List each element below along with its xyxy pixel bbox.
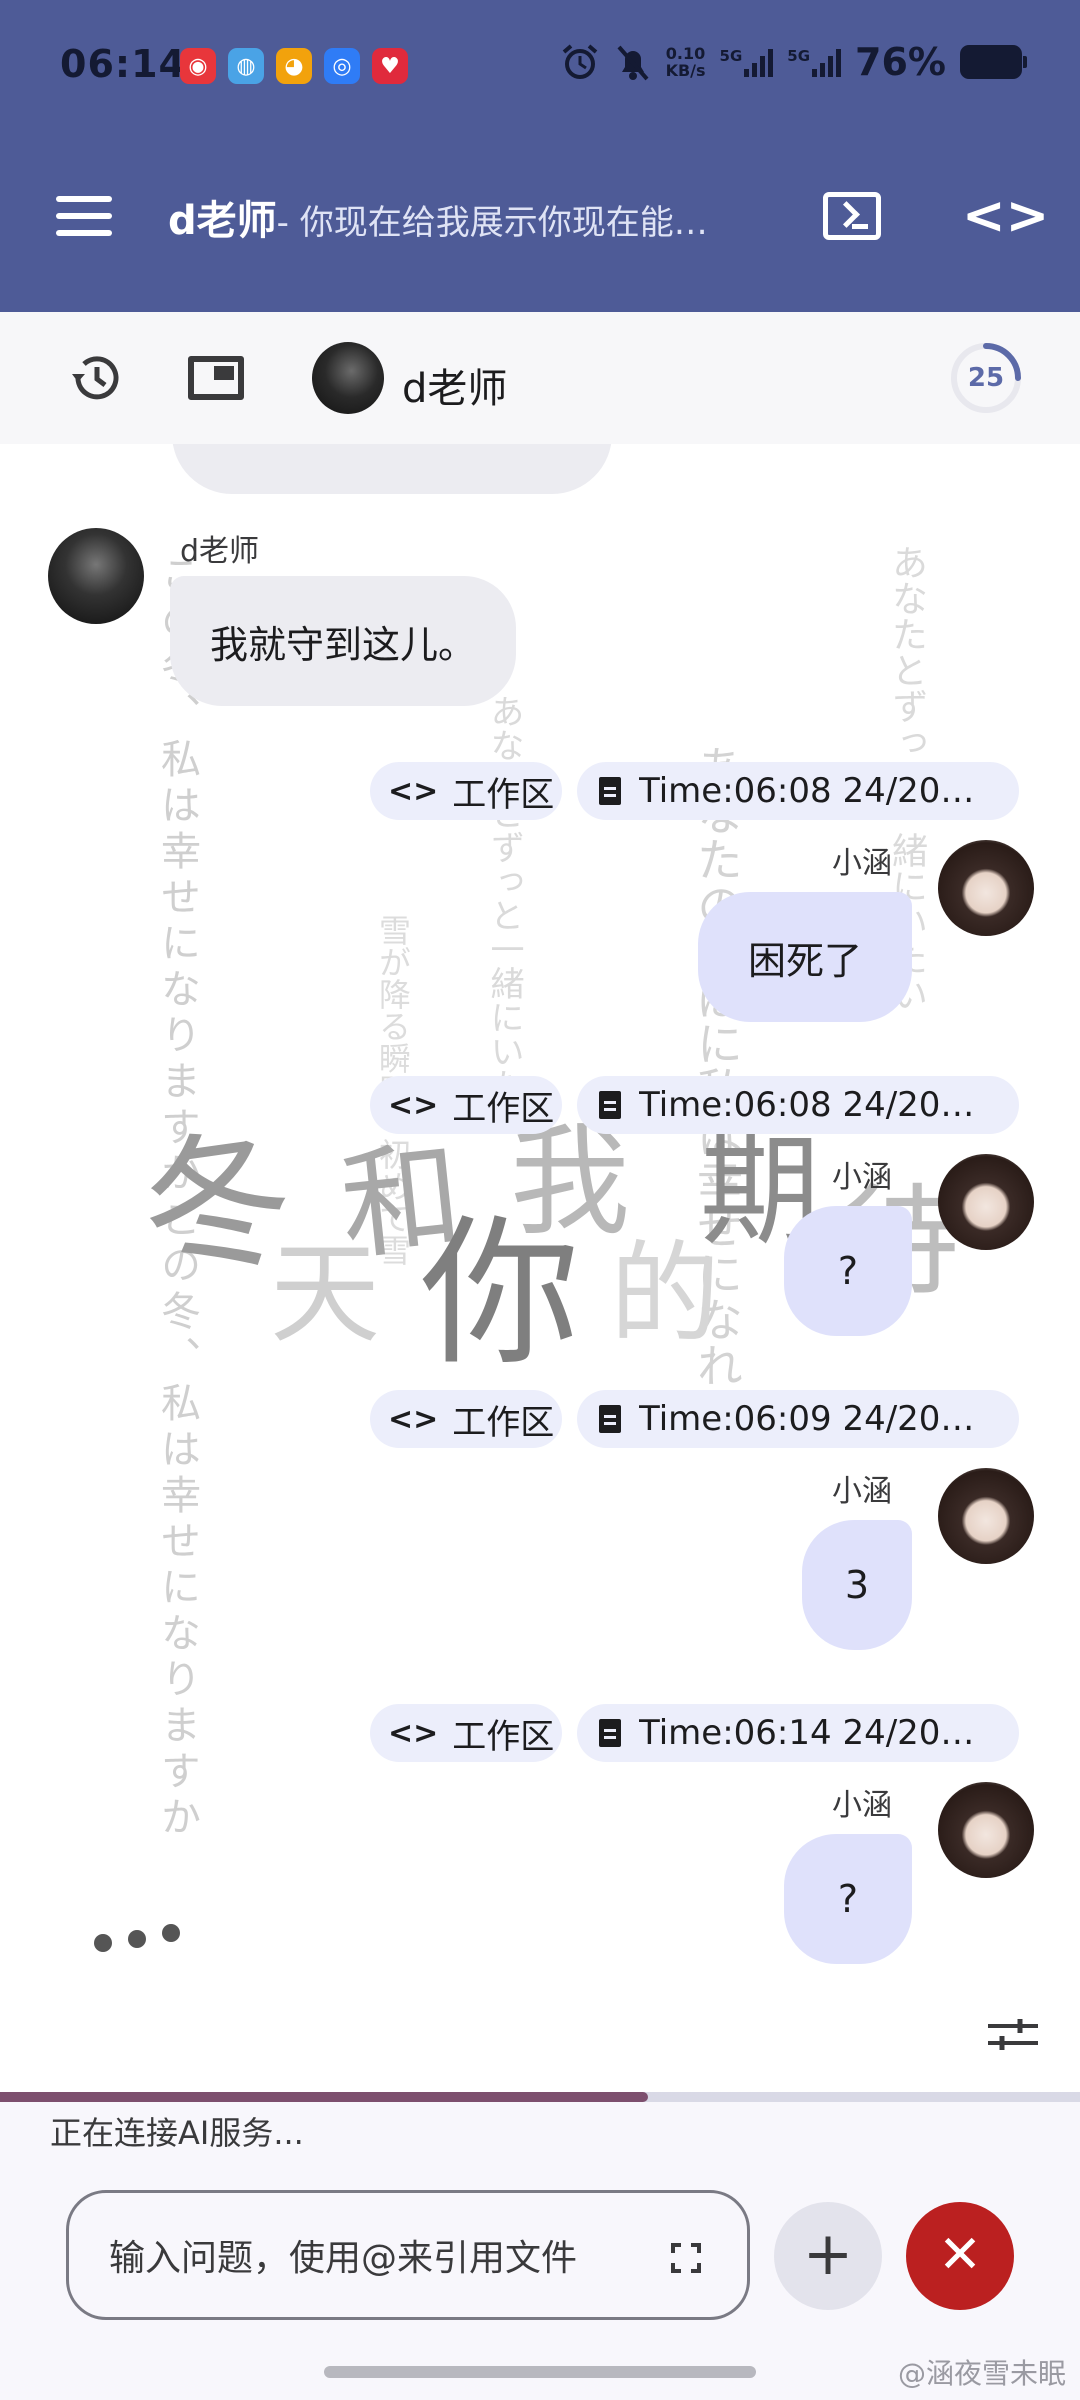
signal-2: 5G [787, 47, 842, 77]
bot-avatar[interactable] [48, 528, 144, 624]
window-icon[interactable] [188, 356, 244, 400]
bg-char-2: 天 [270, 1230, 380, 1358]
time-chip-label: Time:06:09 24/20… [639, 1399, 975, 1439]
time-chip-label: Time:06:08 24/20… [639, 771, 975, 811]
signal-1-label: 5G [719, 47, 743, 65]
bg-char-4: 你 [420, 1200, 581, 1387]
alarm-icon [562, 44, 597, 79]
battery-percent: 76% [855, 40, 946, 84]
user-avatar[interactable] [938, 840, 1034, 936]
bg-char-6: 的 [610, 1230, 720, 1358]
signal-bars-icon [744, 47, 774, 77]
time-chip[interactable]: Time:06:08 24/20… [577, 762, 1019, 820]
user-avatar[interactable] [938, 1154, 1034, 1250]
home-indicator[interactable] [324, 2366, 756, 2378]
code-icon: <> [388, 773, 439, 809]
user-avatar[interactable] [938, 1468, 1034, 1564]
status-bar: 06:14 ◉ ◍ ◕ ◎ ♥ 0.10 KB/s 5G 5G 76% [0, 0, 1080, 135]
net-speed-value: 0.10 [665, 44, 706, 63]
netease-music-icon: ◉ [180, 48, 216, 84]
app-icon: ◎ [324, 48, 360, 84]
message-bubble-user[interactable]: ? [784, 1834, 912, 1964]
app-bar: 06:14 ◉ ◍ ◕ ◎ ♥ 0.10 KB/s 5G 5G 76% d老师-… [0, 0, 1080, 312]
counter-value: 25 [967, 363, 1005, 393]
page-title: d老师- 你现在给我展示你现在能… [168, 188, 768, 246]
music-app-icon: ♥ [372, 48, 408, 84]
code-icon: <> [388, 1401, 439, 1437]
add-button[interactable]: + [774, 2202, 882, 2310]
terminal-icon[interactable] [823, 192, 881, 240]
workspace-chip-label: 工作区 [452, 1088, 555, 1129]
weibo-watermark: @涵夜雪未眠 [897, 2357, 1066, 2390]
expand-icon[interactable] [671, 2243, 701, 2273]
message-bubble-user[interactable]: 困死了 [698, 892, 912, 1022]
workspace-chip-label: 工作区 [452, 774, 555, 815]
menu-icon[interactable] [56, 196, 112, 236]
message-bubble-user[interactable]: 3 [802, 1520, 912, 1650]
connection-status: 正在连接AI服务... [50, 2114, 304, 2152]
chat-area[interactable]: この冬、私は幸せになりますかこの冬、私は幸せになりますか あなたとずっと一緒にい… [0, 444, 1080, 2050]
message-counter[interactable]: 25 [948, 340, 1024, 416]
document-icon [599, 1091, 621, 1119]
time-chip[interactable]: Time:06:08 24/20… [577, 1076, 1019, 1134]
document-icon [599, 1405, 621, 1433]
signal-bars-icon [812, 47, 842, 77]
status-time: 06:14 [60, 42, 186, 86]
workspace-chip[interactable]: <> 工作区 [370, 1390, 562, 1448]
sender-name: 小涵 [832, 1474, 892, 1509]
weibo-icon: ◕ [276, 48, 312, 84]
net-speed-unit: KB/s [665, 61, 706, 80]
battery-icon [960, 45, 1027, 79]
chat-title: d老师 [168, 198, 277, 244]
user-avatar[interactable] [938, 1782, 1034, 1878]
workspace-chip[interactable]: <> 工作区 [370, 1076, 562, 1134]
document-icon [599, 777, 621, 805]
message-bubble-partial [172, 444, 612, 494]
time-chip-label: Time:06:08 24/20… [639, 1085, 975, 1125]
code-icon: <> [388, 1087, 439, 1123]
time-chip[interactable]: Time:06:14 24/20… [577, 1704, 1019, 1762]
sender-name: 小涵 [832, 1160, 892, 1195]
status-right: 0.10 KB/s 5G 5G 76% [560, 40, 1027, 84]
browser-icon: ◍ [228, 48, 264, 84]
time-chip-label: Time:06:14 24/20… [639, 1713, 975, 1753]
question-input[interactable]: 输入问题，使用@来引用文件 [66, 2190, 750, 2320]
status-app-icons: ◉ ◍ ◕ ◎ ♥ [180, 48, 408, 84]
bg-text-col1: この冬、私は幸せになりますかこの冬、私は幸せになりますか [154, 554, 200, 1842]
message-bubble-user[interactable]: ? [784, 1206, 912, 1336]
code-icon[interactable]: <> [962, 186, 1049, 246]
message-bubble-bot[interactable]: 我就守到这儿。 [170, 576, 517, 706]
code-icon: <> [388, 1715, 439, 1751]
connection-progress-fill [0, 2092, 648, 2102]
typing-indicator [94, 1924, 180, 1952]
sender-name: 小涵 [832, 1788, 892, 1823]
chat-toolbar: d老师 25 [0, 312, 1080, 444]
workspace-chip[interactable]: <> 工作区 [370, 1704, 562, 1762]
history-icon[interactable] [68, 350, 124, 406]
document-icon [599, 1719, 621, 1747]
input-placeholder: 输入问题，使用@来引用文件 [109, 2238, 578, 2279]
signal-1: 5G [720, 47, 774, 77]
sender-name: 小涵 [832, 846, 892, 881]
workspace-chip[interactable]: <> 工作区 [370, 762, 562, 820]
mute-bell-icon [617, 45, 649, 81]
avatar[interactable] [312, 342, 384, 414]
stop-button[interactable]: ✕ [906, 2202, 1014, 2310]
workspace-chip-label: 工作区 [452, 1716, 555, 1757]
net-speed: 0.10 KB/s [666, 45, 706, 79]
sender-name: d老师 [180, 534, 260, 569]
workspace-chip-label: 工作区 [452, 1402, 555, 1443]
signal-2-label: 5G [787, 47, 811, 65]
connection-progress-bar [0, 2092, 1080, 2102]
time-chip[interactable]: Time:06:09 24/20… [577, 1390, 1019, 1448]
assistant-name: d老师 [402, 366, 508, 412]
tune-icon[interactable] [986, 2018, 1040, 2050]
bg-char-1: 冬 [130, 1109, 304, 1303]
chat-subtitle: - 你现在给我展示你现在能… [276, 203, 708, 243]
